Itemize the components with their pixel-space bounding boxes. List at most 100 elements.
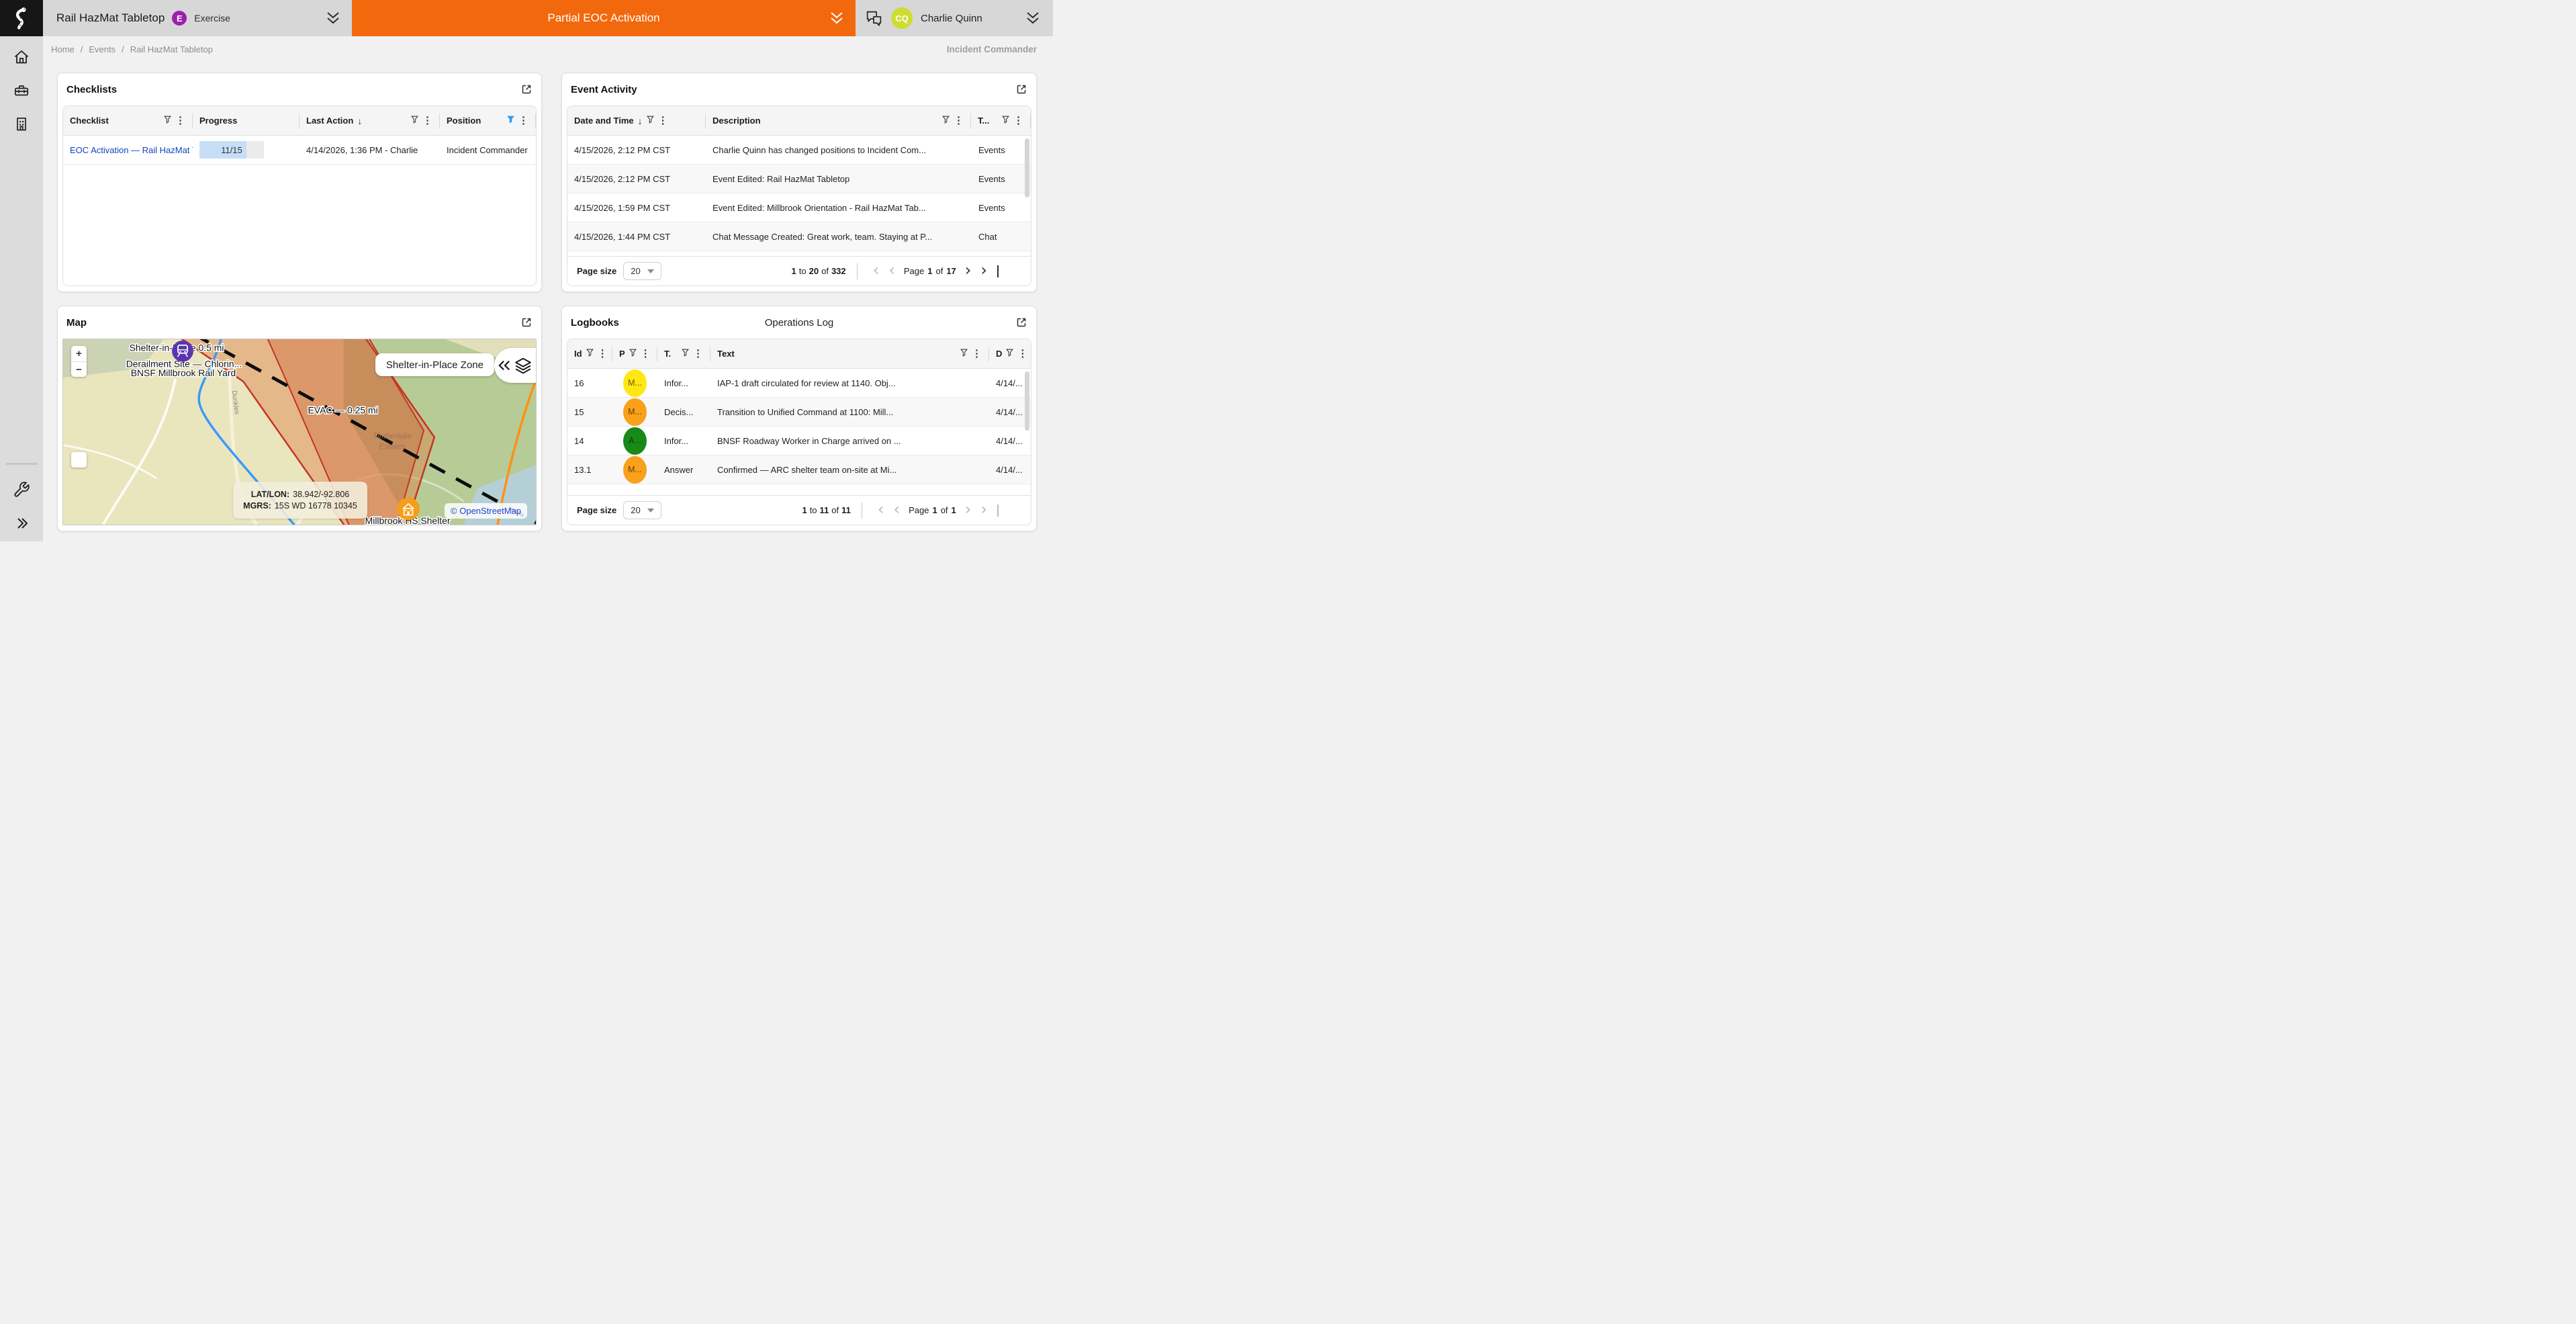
map-label-railyard: BNSF Millbrook Rail Yard — [131, 367, 236, 378]
log-type: Decis... — [657, 407, 710, 417]
event-menu-chevron-icon[interactable] — [325, 11, 341, 25]
column-menu-icon[interactable]: ⋮ — [954, 116, 964, 126]
table-scrollbar[interactable] — [1025, 371, 1029, 431]
sort-desc-icon[interactable]: ↓ — [638, 116, 643, 126]
logbook-row[interactable]: 15 M... Decis... Transition to Unified C… — [567, 398, 1031, 427]
checklist-last-action: 4/14/2026, 1:36 PM - Charlie — [300, 145, 440, 155]
last-page-button[interactable]: › — [980, 262, 987, 278]
zoom-out-button[interactable]: − — [71, 361, 87, 377]
breadcrumb-separator: / — [122, 44, 124, 54]
map-zoom-control: + − — [71, 346, 87, 377]
derailment-site-marker[interactable] — [172, 341, 193, 362]
activation-banner[interactable]: Partial EOC Activation — [352, 0, 856, 36]
first-page-button[interactable]: ‹ — [873, 262, 880, 278]
column-menu-icon[interactable]: ⋮ — [658, 116, 668, 126]
log-id: 13.1 — [567, 465, 612, 475]
first-page-button[interactable]: ‹ — [878, 501, 884, 517]
filter-icon[interactable] — [629, 349, 637, 359]
column-menu-icon[interactable]: ⋮ — [175, 116, 185, 126]
logbooks-card: Logbooks Operations Log Id ⋮ — [561, 306, 1037, 531]
home-icon[interactable] — [13, 48, 30, 66]
app-logo[interactable] — [0, 0, 43, 36]
layers-icon — [514, 357, 532, 374]
logbook-row[interactable]: 14 A... Infor... BNSF Roadway Worker in … — [567, 427, 1031, 455]
activation-banner-chevron-icon[interactable] — [829, 11, 845, 25]
event-row[interactable]: 4/15/2026, 2:12 PM CST Charlie Quinn has… — [567, 136, 1031, 165]
logbook-row[interactable]: 13.1 M... Answer Confirmed — ARC shelter… — [567, 455, 1031, 484]
building-icon[interactable] — [13, 116, 30, 133]
expand-sidebar-icon[interactable] — [13, 515, 30, 532]
column-menu-icon[interactable]: ⋮ — [598, 349, 608, 359]
event-row[interactable]: 4/15/2026, 1:59 PM CST Event Edited: Mil… — [567, 193, 1031, 222]
column-menu-icon[interactable]: ⋮ — [641, 349, 651, 359]
breadcrumb-home[interactable]: Home — [51, 44, 75, 54]
event-row[interactable]: 4/15/2026, 1:44 PM CST Chat Message Crea… — [567, 222, 1031, 251]
next-page-button[interactable]: › — [965, 501, 972, 517]
filter-icon[interactable] — [1002, 116, 1009, 126]
logbooks-table-body: 16 M... Infor... IAP-1 draft circulated … — [567, 369, 1031, 495]
map-coordinates-box: LAT/LON: 38.942/-92.806 MGRS: 15S WD 167… — [233, 482, 367, 519]
column-menu-icon[interactable]: ⋮ — [1013, 116, 1023, 126]
column-menu-icon[interactable]: ⋮ — [693, 349, 703, 359]
filter-icon[interactable] — [942, 116, 950, 126]
layers-control[interactable] — [494, 348, 536, 383]
filter-icon[interactable] — [960, 349, 968, 359]
event-row[interactable]: 4/15/2026, 2:12 PM CST Event Edited: Rai… — [567, 165, 1031, 193]
caret-down-icon — [647, 509, 654, 513]
filter-icon[interactable] — [586, 349, 594, 359]
filter-icon[interactable] — [164, 116, 171, 126]
col-description: Description — [712, 116, 761, 126]
breadcrumb-events[interactable]: Events — [89, 44, 116, 54]
current-role-label: Incident Commander — [947, 44, 1037, 54]
sort-desc-icon[interactable]: ↓ — [357, 116, 362, 126]
map-side-button[interactable] — [71, 452, 87, 468]
filter-icon[interactable] — [1006, 349, 1013, 359]
pager-page-text: Page 1 of 1 — [909, 505, 956, 515]
filter-icon[interactable] — [682, 349, 689, 359]
user-menu-chevron-icon[interactable] — [1025, 11, 1041, 25]
map-label-estates-1: Timberlake — [373, 431, 412, 441]
open-event-activity-icon[interactable] — [1015, 83, 1027, 95]
col-progress: Progress — [199, 116, 237, 126]
logbooks-title: Logbooks — [571, 317, 619, 328]
map-title: Map — [66, 317, 87, 328]
column-menu-icon[interactable]: ⋮ — [972, 349, 982, 359]
column-menu-icon[interactable]: ⋮ — [422, 116, 432, 126]
next-page-button[interactable]: › — [965, 262, 972, 278]
logbook-row[interactable]: 16 M... Infor... IAP-1 draft circulated … — [567, 369, 1031, 398]
page-size-label: Page size — [577, 505, 616, 515]
log-text: Confirmed — ARC shelter team on-site at … — [710, 465, 989, 475]
last-page-button[interactable]: › — [980, 501, 987, 517]
col-position: Position — [447, 116, 481, 126]
tools-icon[interactable] — [13, 481, 30, 498]
chat-icon[interactable] — [865, 9, 883, 28]
filter-icon[interactable] — [411, 116, 418, 126]
column-menu-icon[interactable]: ⋮ — [1017, 349, 1027, 359]
checklist-link[interactable]: EOC Activation — Rail HazMat Tabletop — [63, 145, 193, 155]
zoom-in-button[interactable]: + — [71, 346, 87, 361]
user-avatar[interactable]: CQ — [891, 7, 913, 29]
prev-page-button[interactable]: ‹ — [888, 262, 895, 278]
map-viewport[interactable]: Dunkles Tehuco Court Timberlake Estates … — [62, 339, 537, 525]
filter-active-icon[interactable] — [507, 116, 514, 126]
page-size-select[interactable]: 20 — [623, 501, 661, 519]
open-checklists-icon[interactable] — [520, 83, 533, 95]
page-size-select[interactable]: 20 — [623, 262, 661, 280]
column-menu-icon[interactable]: ⋮ — [518, 116, 528, 126]
checklist-row[interactable]: EOC Activation — Rail HazMat Tabletop 11… — [63, 136, 536, 165]
event-type: Events — [972, 145, 1031, 155]
map-attribution[interactable]: © OpenStreetMap — [445, 503, 527, 519]
col-date-time: Date and Time — [574, 116, 634, 126]
shelter-marker[interactable] — [397, 498, 420, 521]
log-date: 4/14/... — [989, 465, 1031, 475]
breadcrumb-current: Rail HazMat Tabletop — [130, 44, 213, 54]
priority-pill: M... — [623, 456, 647, 484]
latlon-label: LAT/LON: — [251, 490, 289, 499]
user-header: CQ Charlie Quinn — [856, 0, 1053, 36]
table-scrollbar[interactable] — [1025, 138, 1029, 197]
filter-icon[interactable] — [647, 116, 654, 126]
open-logbooks-icon[interactable] — [1015, 316, 1027, 328]
toolbox-icon[interactable] — [13, 82, 30, 99]
open-map-icon[interactable] — [520, 316, 533, 328]
prev-page-button[interactable]: ‹ — [893, 501, 900, 517]
